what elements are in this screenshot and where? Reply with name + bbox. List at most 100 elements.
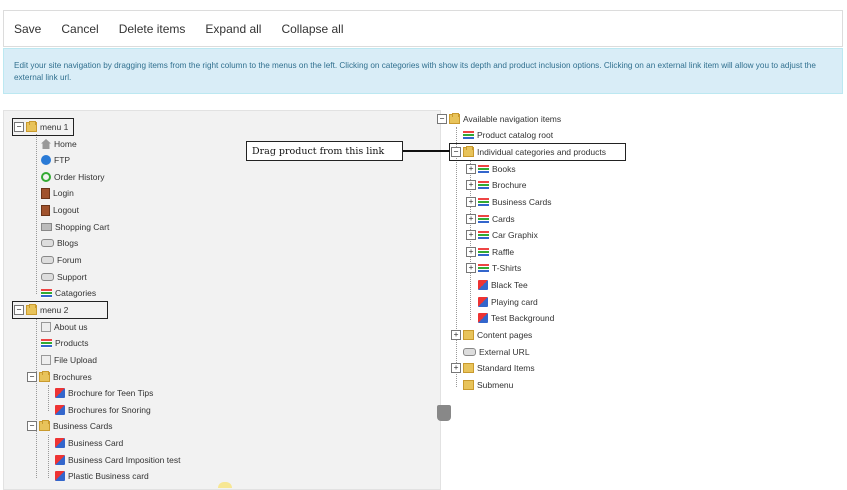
expand-toggle-icon[interactable]: + <box>451 330 461 340</box>
product-icon <box>55 388 65 398</box>
product-icon <box>55 455 65 465</box>
tree-node-black-tee[interactable]: Black Tee <box>478 277 528 293</box>
tree-node-available-items[interactable]: − Available navigation items <box>437 111 561 127</box>
node-label: Login <box>53 188 74 198</box>
tree-node-business-cards[interactable]: − Business Cards <box>27 418 113 434</box>
collapse-toggle-icon[interactable]: − <box>27 372 37 382</box>
tree-node-product-catalog-root[interactable]: Product catalog root <box>463 127 553 143</box>
collapse-toggle-icon[interactable]: − <box>437 114 447 124</box>
category-list-icon <box>463 130 474 140</box>
node-label: Logout <box>53 205 79 215</box>
tree-node-brochures[interactable]: − Brochures <box>27 369 92 385</box>
tree-node-content-pages[interactable]: + Content pages <box>451 327 532 343</box>
link-icon <box>463 348 476 356</box>
folder-icon <box>463 146 474 157</box>
tree-node-ftp[interactable]: FTP <box>41 152 70 168</box>
tree-line <box>36 318 37 478</box>
product-icon <box>478 297 488 307</box>
node-label: Plastic Business card <box>68 471 149 481</box>
node-label: Content pages <box>477 330 533 340</box>
tree-node-forum[interactable]: Forum <box>41 252 82 268</box>
node-label: Home <box>54 139 77 149</box>
tree-node-brochures-snoring[interactable]: Brochures for Snoring <box>55 402 151 418</box>
tree-node-plastic-business-card[interactable]: Plastic Business card <box>55 468 149 484</box>
category-list-icon <box>478 230 489 240</box>
tree-node-individual-categories[interactable]: − Individual categories and products <box>451 144 606 160</box>
node-label: Order History <box>54 172 105 182</box>
category-list-icon <box>478 180 489 190</box>
tree-node-cards[interactable]: + Cards <box>466 211 515 227</box>
tree-node-login[interactable]: Login <box>41 185 74 201</box>
node-label: Blogs <box>57 238 79 248</box>
expand-toggle-icon[interactable]: + <box>466 263 476 273</box>
callout-annotation: Drag product from this link <box>246 141 403 161</box>
tree-node-standard-items[interactable]: + Standard Items <box>451 360 535 376</box>
link-icon <box>41 273 54 281</box>
tree-node-raffle[interactable]: + Raffle <box>466 244 514 260</box>
expand-toggle-icon[interactable]: + <box>466 230 476 240</box>
folder-icon <box>26 304 37 315</box>
logout-door-icon <box>41 204 50 216</box>
node-label: Raffle <box>492 247 515 257</box>
tree-node-catagories[interactable]: Catagories <box>41 285 96 301</box>
info-banner: Edit your site navigation by dragging it… <box>3 48 843 94</box>
tree-node-submenu[interactable]: Submenu <box>463 377 513 393</box>
login-door-icon <box>41 187 50 199</box>
tree-node-business-cards-cat[interactable]: + Business Cards <box>466 194 552 210</box>
tree-node-order-history[interactable]: Order History <box>41 169 105 185</box>
save-button[interactable]: Save <box>4 22 51 36</box>
home-icon <box>41 139 51 149</box>
tree-node-car-graphix[interactable]: + Car Graphix <box>466 227 538 243</box>
tree-node-test-background[interactable]: Test Background <box>478 310 554 326</box>
toolbar: Save Cancel Delete items Expand all Coll… <box>3 10 843 47</box>
tree-node-playing-card[interactable]: Playing card <box>478 294 538 310</box>
node-label: Playing card <box>491 297 538 307</box>
expand-toggle-icon[interactable]: + <box>466 214 476 224</box>
expand-toggle-icon[interactable]: + <box>451 363 461 373</box>
tree-node-menu2[interactable]: − menu 2 <box>14 302 68 318</box>
page-icon <box>41 355 51 365</box>
tree-node-logout[interactable]: Logout <box>41 202 79 218</box>
tree-line <box>456 127 457 387</box>
collapse-toggle-icon[interactable]: − <box>27 421 37 431</box>
tree-node-support[interactable]: Support <box>41 269 87 285</box>
delete-items-button[interactable]: Delete items <box>109 22 196 36</box>
tree-node-file-upload[interactable]: File Upload <box>41 352 97 368</box>
drag-cursor-icon <box>218 482 232 488</box>
tree-node-home[interactable]: Home <box>41 136 77 152</box>
tree-node-menu1[interactable]: − menu 1 <box>14 119 68 135</box>
collapse-toggle-icon[interactable]: − <box>14 305 24 315</box>
category-list-icon <box>478 214 489 224</box>
tree-node-business-card[interactable]: Business Card <box>55 435 123 451</box>
tree-node-books[interactable]: + Books <box>466 161 516 177</box>
collapse-all-button[interactable]: Collapse all <box>271 22 353 36</box>
folder-icon <box>39 371 50 382</box>
node-label: Business Cards <box>53 421 113 431</box>
expand-all-button[interactable]: Expand all <box>195 22 271 36</box>
tree-node-products[interactable]: Products <box>41 335 89 351</box>
tree-node-t-shirts[interactable]: + T-Shirts <box>466 260 521 276</box>
trash-icon[interactable] <box>437 405 451 421</box>
collapse-toggle-icon[interactable]: − <box>451 147 461 157</box>
tree-node-business-card-imposition[interactable]: Business Card Imposition test <box>55 452 180 468</box>
tree-node-external-url[interactable]: External URL <box>463 344 530 360</box>
collapse-toggle-icon[interactable]: − <box>14 122 24 132</box>
expand-toggle-icon[interactable]: + <box>466 197 476 207</box>
node-label: T-Shirts <box>492 263 522 273</box>
expand-toggle-icon[interactable]: + <box>466 180 476 190</box>
product-icon <box>55 471 65 481</box>
tree-node-brochure[interactable]: + Brochure <box>466 177 527 193</box>
tree-node-about-us[interactable]: About us <box>41 319 88 335</box>
expand-toggle-icon[interactable]: + <box>466 247 476 257</box>
tree-node-brochure-teen-tips[interactable]: Brochure for Teen Tips <box>55 385 153 401</box>
expand-toggle-icon[interactable]: + <box>466 164 476 174</box>
node-label: External URL <box>479 347 530 357</box>
node-label: Forum <box>57 255 82 265</box>
folder-icon <box>463 330 474 340</box>
tree-node-blogs[interactable]: Blogs <box>41 235 78 251</box>
folder-icon <box>463 363 474 373</box>
category-list-icon <box>478 263 489 273</box>
tree-node-shopping-cart[interactable]: Shopping Cart <box>41 219 109 235</box>
page-icon <box>41 322 51 332</box>
cancel-button[interactable]: Cancel <box>51 22 108 36</box>
